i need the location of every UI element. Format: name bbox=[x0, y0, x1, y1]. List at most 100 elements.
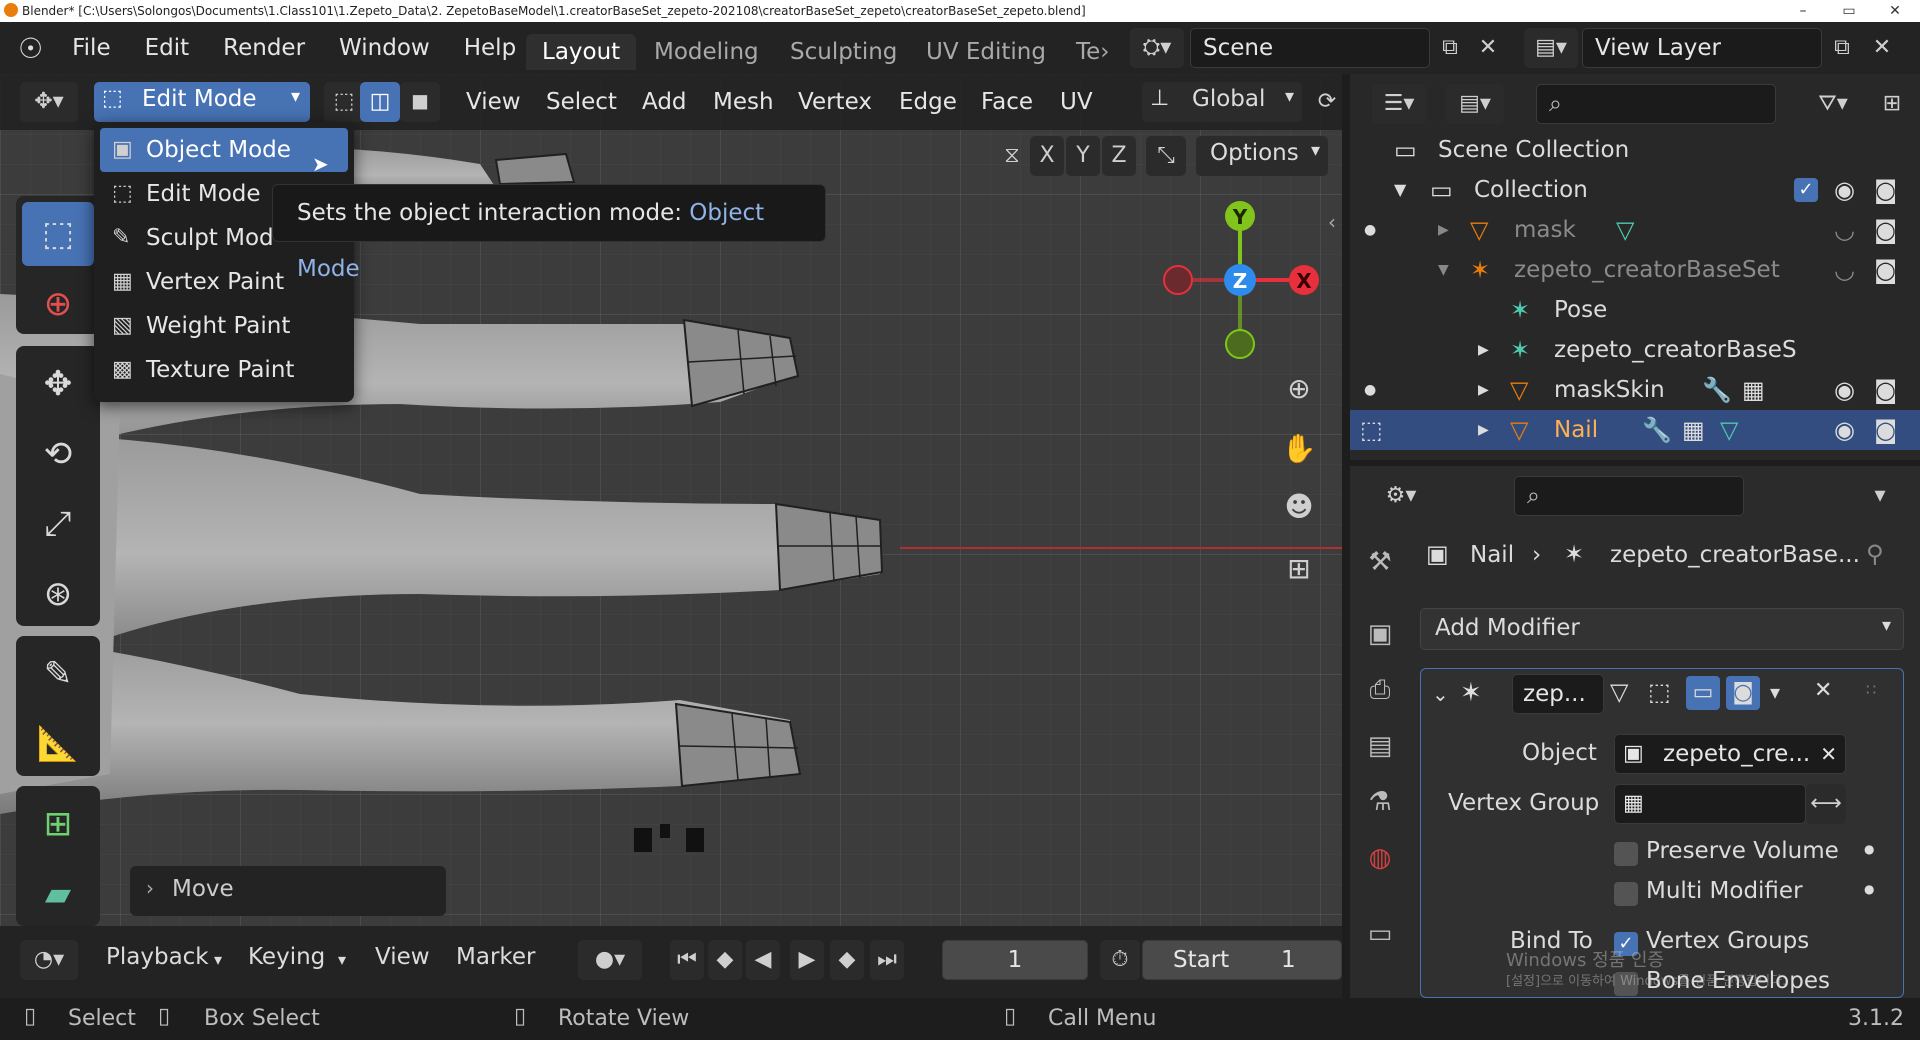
editor-type-icon[interactable]: ✥▾ bbox=[20, 82, 78, 122]
hidden-eye-icon[interactable]: ◡ bbox=[1834, 210, 1855, 250]
edit-mode-icon[interactable]: ⬚ bbox=[1360, 410, 1383, 450]
menu-marker[interactable]: Marker bbox=[456, 944, 536, 970]
menu-item-weight-paint[interactable]: ▧ Weight Paint bbox=[100, 304, 348, 348]
drag-handle-icon[interactable]: ∷ bbox=[1866, 680, 1876, 699]
snap-icon[interactable]: ⟳ bbox=[1312, 82, 1342, 122]
outliner-search-input[interactable]: ⌕ bbox=[1536, 84, 1776, 124]
outliner-row-maskskin[interactable]: ● ▶ ▽ maskSkin 🔧 ▦ ◉ ◙ bbox=[1350, 370, 1920, 410]
menu-window[interactable]: Window bbox=[322, 35, 447, 61]
timeline-editor-icon[interactable]: ◔▾ bbox=[20, 940, 78, 980]
start-frame-field[interactable]: Start 1 bbox=[1142, 940, 1342, 980]
mirror-z-toggle[interactable]: Z bbox=[1102, 136, 1136, 176]
prev-keyframe-icon[interactable]: ◆ bbox=[708, 940, 742, 980]
jump-start-icon[interactable]: ⏮ bbox=[670, 940, 704, 980]
measure-tool[interactable]: 📐 bbox=[22, 712, 94, 776]
menu-view[interactable]: View bbox=[375, 944, 430, 970]
maximize-button[interactable]: ▭ bbox=[1826, 0, 1872, 22]
tab-texture-paint[interactable]: Te› bbox=[1060, 34, 1126, 70]
output-tab-icon[interactable]: ⎙ bbox=[1360, 668, 1400, 712]
tab-sculpting[interactable]: Sculpting bbox=[774, 34, 913, 70]
menu-render[interactable]: Render bbox=[206, 35, 322, 61]
render-tab-icon[interactable]: ▣ bbox=[1360, 612, 1400, 656]
render-camera-icon[interactable]: ◙ bbox=[1874, 170, 1897, 210]
render-camera-icon[interactable]: ◙ bbox=[1874, 410, 1897, 450]
outliner-row-armature[interactable]: ▼ ✶ zepeto_creatorBaseSet ◡ ◙ bbox=[1350, 250, 1920, 290]
sidebar-toggle-icon[interactable]: ‹ bbox=[1328, 210, 1336, 234]
menu-help[interactable]: Help bbox=[447, 35, 533, 61]
menu-item-texture-paint[interactable]: ▩ Texture Paint bbox=[100, 348, 348, 392]
visibility-eye-icon[interactable]: ◉ bbox=[1834, 410, 1855, 450]
face-select-icon[interactable]: ◼ bbox=[400, 82, 440, 122]
world-tab-icon[interactable]: ◍ bbox=[1360, 836, 1400, 880]
auto-keying-icon[interactable]: ●▾ bbox=[578, 940, 642, 980]
rotate-tool[interactable]: ⟲ bbox=[22, 422, 94, 486]
menu-file[interactable]: File bbox=[55, 35, 128, 61]
outliner-row-collection[interactable]: ▼ ▭ Collection ✓ ◉ ◙ bbox=[1350, 170, 1920, 210]
menu-keying[interactable]: Keying bbox=[248, 944, 325, 970]
blender-menu-icon[interactable]: ☉ bbox=[18, 32, 43, 65]
menu-face[interactable]: Face bbox=[981, 86, 1033, 118]
chevron-down-icon[interactable]: ▾ bbox=[1770, 680, 1780, 704]
properties-search-input[interactable]: ⌕ bbox=[1514, 476, 1744, 516]
tab-uv-editing[interactable]: UV Editing bbox=[910, 34, 1062, 70]
keyframe-dot-icon[interactable]: ● bbox=[1864, 842, 1874, 856]
ortho-grid-icon[interactable]: ⊞ bbox=[1276, 546, 1322, 592]
mirror-y-toggle[interactable]: Y bbox=[1066, 136, 1100, 176]
remove-modifier-icon[interactable]: ✕ bbox=[1814, 678, 1832, 703]
stopwatch-icon[interactable]: ⏱ bbox=[1100, 940, 1140, 980]
mirror-icon[interactable]: ⧖ bbox=[992, 136, 1032, 176]
render-camera-icon[interactable]: ◙ bbox=[1874, 250, 1897, 290]
current-frame-field[interactable]: 1 bbox=[942, 940, 1088, 980]
outliner-row-nail[interactable]: ⬚ ▶ ▽ Nail 🔧 ▦ ▽ ◉ ◙ bbox=[1350, 410, 1920, 450]
vertex-select-icon[interactable]: ⬚ bbox=[324, 82, 364, 122]
outliner-row-armature-data[interactable]: ▶ ✶ zepeto_creatorBaseS bbox=[1350, 330, 1920, 370]
select-box-tool[interactable]: ⬚ bbox=[22, 202, 94, 266]
tab-modeling[interactable]: Modeling bbox=[638, 34, 775, 70]
options-dropdown[interactable]: Options ▾ bbox=[1196, 136, 1328, 176]
delete-view-layer-icon[interactable]: ✕ bbox=[1862, 28, 1902, 68]
new-view-layer-icon[interactable]: ⧉ bbox=[1822, 28, 1862, 68]
pan-hand-icon[interactable]: ✋ bbox=[1276, 426, 1322, 472]
scene-selector-icon[interactable]: ⛭▾ bbox=[1130, 28, 1184, 68]
render-toggle-icon[interactable]: ◙ bbox=[1726, 676, 1760, 710]
filter-icon[interactable]: ⛛▾ bbox=[1804, 84, 1862, 124]
view-layer-selector-icon[interactable]: ▤▾ bbox=[1524, 28, 1578, 68]
menu-add[interactable]: Add bbox=[642, 86, 687, 118]
menu-playback[interactable]: Playback bbox=[106, 944, 209, 970]
visibility-eye-icon[interactable]: ◉ bbox=[1834, 170, 1855, 210]
scene-tab-icon[interactable]: ⚗ bbox=[1360, 780, 1400, 824]
visibility-eye-icon[interactable]: ◉ bbox=[1834, 370, 1855, 410]
close-window-button[interactable]: ✕ bbox=[1872, 0, 1918, 22]
tool-tab-icon[interactable]: ⚒ bbox=[1360, 540, 1400, 584]
transform-orientation-dropdown[interactable]: ⊥ Global ▾ bbox=[1142, 82, 1302, 122]
clear-field-icon[interactable]: ✕ bbox=[1820, 735, 1837, 773]
outliner-editor-icon[interactable]: ☰▾ bbox=[1372, 84, 1426, 124]
modifier-name-field[interactable]: zep... bbox=[1512, 674, 1604, 714]
edge-select-icon[interactable]: ◫ bbox=[360, 82, 400, 122]
display-mode-icon[interactable]: ▤▾ bbox=[1446, 84, 1504, 124]
minimize-button[interactable]: – bbox=[1780, 0, 1826, 22]
collection-checkbox[interactable]: ✓ bbox=[1794, 178, 1818, 202]
invert-vertex-group-icon[interactable]: ⟷ bbox=[1806, 784, 1846, 824]
add-modifier-dropdown[interactable]: Add Modifier ▾ bbox=[1420, 608, 1904, 650]
menu-uv[interactable]: UV bbox=[1060, 86, 1093, 118]
mode-selector[interactable]: ⬚ Edit Mode ▾ bbox=[94, 82, 310, 122]
extrude-tool[interactable]: ▰ bbox=[22, 862, 94, 926]
multi-modifier-checkbox[interactable] bbox=[1614, 882, 1638, 906]
hidden-eye-icon[interactable]: ◡ bbox=[1834, 250, 1855, 290]
view-layer-field[interactable]: View Layer bbox=[1582, 28, 1822, 68]
new-scene-icon[interactable]: ⧉ bbox=[1430, 28, 1470, 68]
add-cube-tool[interactable]: ⊞ bbox=[22, 792, 94, 856]
next-keyframe-icon[interactable]: ◆ bbox=[830, 940, 864, 980]
pin-icon[interactable]: ⚲ bbox=[1866, 540, 1884, 568]
outliner-row-mask[interactable]: ● ▶ ▽ mask ▽ ◡ ◙ bbox=[1350, 210, 1920, 250]
mirror-x-toggle[interactable]: X bbox=[1030, 136, 1064, 176]
jump-end-icon[interactable]: ⏭ bbox=[870, 940, 904, 980]
keyframe-dot-icon[interactable]: ● bbox=[1864, 882, 1874, 896]
annotate-tool[interactable]: ✎ bbox=[22, 642, 94, 706]
menu-select[interactable]: Select bbox=[546, 86, 617, 118]
play-reverse-icon[interactable]: ◀ bbox=[746, 940, 780, 980]
object-field[interactable]: ▣ zepeto_cre... ✕ bbox=[1614, 734, 1846, 774]
edit-mode-toggle-icon[interactable]: ⬚ bbox=[1648, 678, 1671, 706]
menu-edge[interactable]: Edge bbox=[899, 86, 957, 118]
